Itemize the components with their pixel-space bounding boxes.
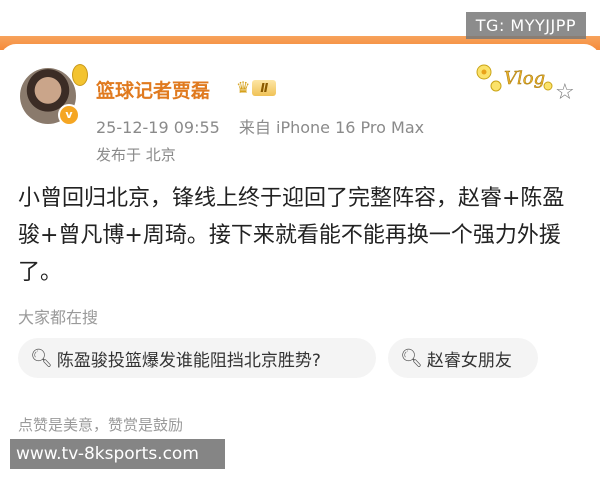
vlog-sticker: Vlog <box>476 64 553 92</box>
search-chip[interactable]: 🔍︎ 陈盈骏投篮爆发谁能阻挡北京胜势? <box>18 338 376 378</box>
search-chip-label: 赵睿女朋友 <box>426 350 512 371</box>
avatar[interactable]: v <box>20 64 88 126</box>
sticker-text: Vlog <box>504 68 545 89</box>
post-body: 小曾回归北京，锋线上终于迎回了完整阵容，赵睿+陈盈骏+曾凡博+周琦。接下来就看能… <box>18 186 565 285</box>
post-date: 25-12-19 09:55 <box>96 118 220 137</box>
crown-icon: ♛ <box>236 78 251 97</box>
favorite-star-icon[interactable]: ☆ <box>555 80 575 105</box>
search-icon: 🔍︎ <box>30 347 53 369</box>
level-label: Ⅱ <box>252 79 277 96</box>
search-chip-label: 陈盈骏投篮爆发谁能阻挡北京胜势? <box>56 350 321 371</box>
watermark-site: www.tv-8ksports.com <box>10 439 225 469</box>
reward-hint: 点赞是美意，赞赏是鼓励 <box>18 416 184 434</box>
post-meta: 25-12-19 09:55 来自 iPhone 16 Pro Max <box>96 114 438 138</box>
search-header: 大家都在搜 <box>18 308 99 327</box>
verified-icon: v <box>58 104 80 126</box>
author-name[interactable]: 篮球记者贾磊 <box>96 76 210 103</box>
search-chip[interactable]: 🔍︎ 赵睿女朋友 <box>388 338 538 378</box>
pin-icon <box>72 64 88 86</box>
watermark-tg: TG: MYYJJPP <box>465 12 586 39</box>
level-badge[interactable]: ♛ Ⅱ <box>236 78 277 97</box>
post-location: 发布于 北京 <box>96 146 176 164</box>
post-source: 来自 iPhone 16 Pro Max <box>238 118 425 137</box>
search-icon: 🔍︎ <box>400 347 423 369</box>
